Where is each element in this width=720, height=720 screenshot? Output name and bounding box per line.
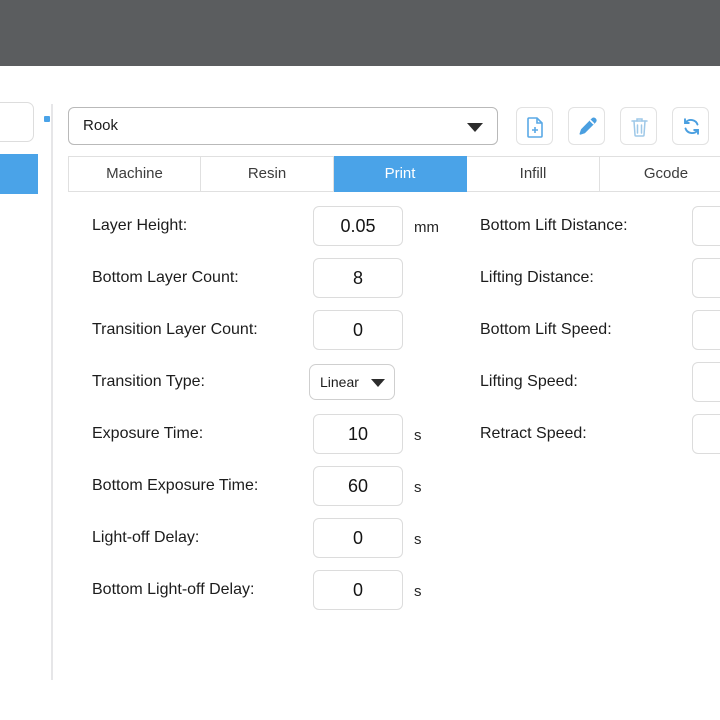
bottom-light-off-delay-input[interactable]: 0 xyxy=(313,570,403,610)
field-label: Bottom Exposure Time: xyxy=(92,466,258,506)
sidebar-thumbnail-icon xyxy=(44,116,50,122)
retract-speed-input[interactable] xyxy=(692,414,720,454)
settings-tabs: Machine Resin Print Infill Gcode xyxy=(68,156,720,192)
tab-infill[interactable]: Infill xyxy=(467,156,600,192)
chevron-down-icon[interactable] xyxy=(371,379,385,387)
field-label: Lifting Speed: xyxy=(480,362,578,402)
left-sidebar-clipped xyxy=(0,66,50,720)
application-window: Rook xyxy=(0,0,720,720)
new-profile-button[interactable] xyxy=(516,107,553,145)
panel-divider xyxy=(51,104,53,680)
transition-type-value: Linear xyxy=(320,365,359,399)
lifting-distance-input[interactable] xyxy=(692,258,720,298)
field-label: Bottom Light-off Delay: xyxy=(92,570,254,610)
field-label: Light-off Delay: xyxy=(92,518,199,558)
field-label: Transition Layer Count: xyxy=(92,310,258,350)
field-label: Lifting Distance: xyxy=(480,258,594,298)
field-label: Exposure Time: xyxy=(92,414,203,454)
field-label: Layer Height: xyxy=(92,206,187,246)
field-label: Transition Type: xyxy=(92,362,205,402)
lifting-speed-input[interactable] xyxy=(692,362,720,402)
tab-gcode[interactable]: Gcode xyxy=(600,156,720,192)
transition-type-select[interactable]: Linear xyxy=(309,364,395,400)
sidebar-thumbnail-button[interactable] xyxy=(0,102,34,142)
exposure-time-input[interactable]: 10 xyxy=(313,414,403,454)
bottom-lift-speed-input[interactable] xyxy=(692,310,720,350)
profile-combobox-value: Rook xyxy=(83,108,118,144)
field-unit: s xyxy=(414,518,422,562)
profile-combobox[interactable]: Rook xyxy=(68,107,498,145)
field-unit: s xyxy=(414,414,422,458)
window-titlebar xyxy=(0,0,720,66)
field-label: Bottom Lift Distance: xyxy=(480,206,628,246)
settings-panel: Rook xyxy=(54,66,720,720)
bottom-layer-count-input[interactable]: 8 xyxy=(313,258,403,298)
bottom-exposure-time-input[interactable]: 60 xyxy=(313,466,403,506)
transition-layer-count-input[interactable]: 0 xyxy=(313,310,403,350)
layer-height-input[interactable]: 0.05 xyxy=(313,206,403,246)
field-unit: s xyxy=(414,570,422,614)
field-label: Retract Speed: xyxy=(480,414,587,454)
field-label: Bottom Layer Count: xyxy=(92,258,239,298)
sidebar-selected-item[interactable] xyxy=(0,154,38,194)
tab-resin[interactable]: Resin xyxy=(201,156,334,192)
print-settings-form: Layer Height: 0.05 mm Bottom Layer Count… xyxy=(54,206,720,706)
reset-profile-button[interactable] xyxy=(672,107,709,145)
field-unit: mm xyxy=(414,206,439,250)
light-off-delay-input[interactable]: 0 xyxy=(313,518,403,558)
field-label: Bottom Lift Speed: xyxy=(480,310,612,350)
tab-print[interactable]: Print xyxy=(334,156,467,192)
edit-profile-button[interactable] xyxy=(568,107,605,145)
field-unit: s xyxy=(414,466,422,510)
delete-profile-button[interactable] xyxy=(620,107,657,145)
profile-toolbar: Rook xyxy=(68,107,720,145)
tab-machine[interactable]: Machine xyxy=(68,156,201,192)
bottom-lift-distance-input[interactable] xyxy=(692,206,720,246)
chevron-down-icon[interactable] xyxy=(467,123,483,132)
